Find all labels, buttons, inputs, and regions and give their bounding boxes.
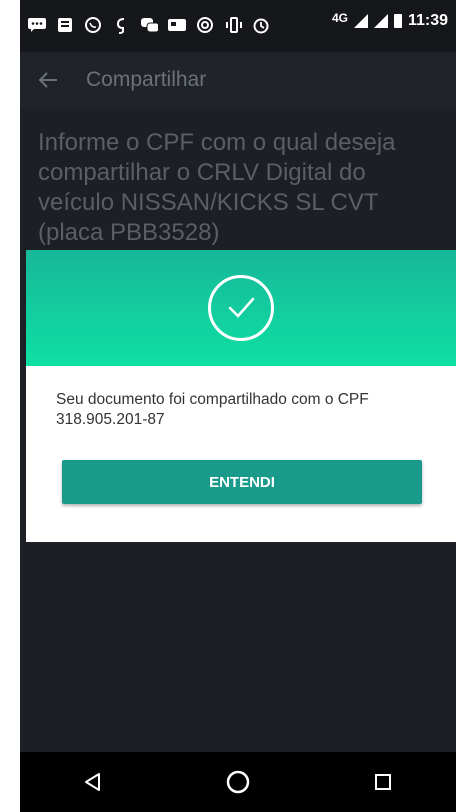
message-icon (28, 17, 46, 33)
news-icon (56, 17, 74, 33)
card-icon (168, 17, 186, 33)
nav-back-button[interactable] (63, 752, 123, 812)
nfc-icon (196, 17, 214, 33)
dialog-header (26, 250, 456, 366)
signal-icon (353, 14, 368, 28)
nav-home-button[interactable] (208, 752, 268, 812)
status-right: 4G 11:39 (331, 11, 448, 30)
navigation-bar (20, 752, 456, 812)
chat-icon (140, 17, 158, 33)
vibrate-icon (224, 17, 242, 33)
g-icon (112, 17, 130, 34)
notification-icons (28, 14, 270, 36)
intro-text: Informe o CPF com o qual deseja comparti… (38, 129, 396, 246)
clock: 11:39 (407, 12, 448, 29)
app-bar: Compartilhar (20, 52, 456, 108)
signal-icon (373, 14, 388, 28)
square-recents-icon (375, 774, 392, 790)
network-type: 4G (331, 11, 348, 25)
triangle-back-icon (84, 773, 100, 791)
arrow-left-icon (38, 72, 57, 88)
battery-icon (393, 14, 402, 28)
phone-frame: 4G 11:39 Compartilhar Informe o CPF com … (0, 0, 456, 812)
whatsapp-icon (84, 17, 102, 33)
status-bar: 4G 11:39 (20, 0, 456, 52)
alarm-icon (252, 17, 270, 34)
circle-home-icon (226, 770, 250, 794)
page-title: Compartilhar (86, 68, 207, 91)
check-circle-icon (208, 275, 274, 341)
screen: 4G 11:39 Compartilhar Informe o CPF com … (20, 0, 456, 812)
success-dialog: Seu documento foi compartilhado com o CP… (26, 250, 456, 542)
back-button[interactable] (20, 52, 76, 108)
nav-recents-button[interactable] (353, 752, 413, 812)
dialog-message: Seu documento foi compartilhado com o CP… (56, 391, 369, 428)
entendi-button[interactable]: ENTENDI (62, 460, 422, 504)
